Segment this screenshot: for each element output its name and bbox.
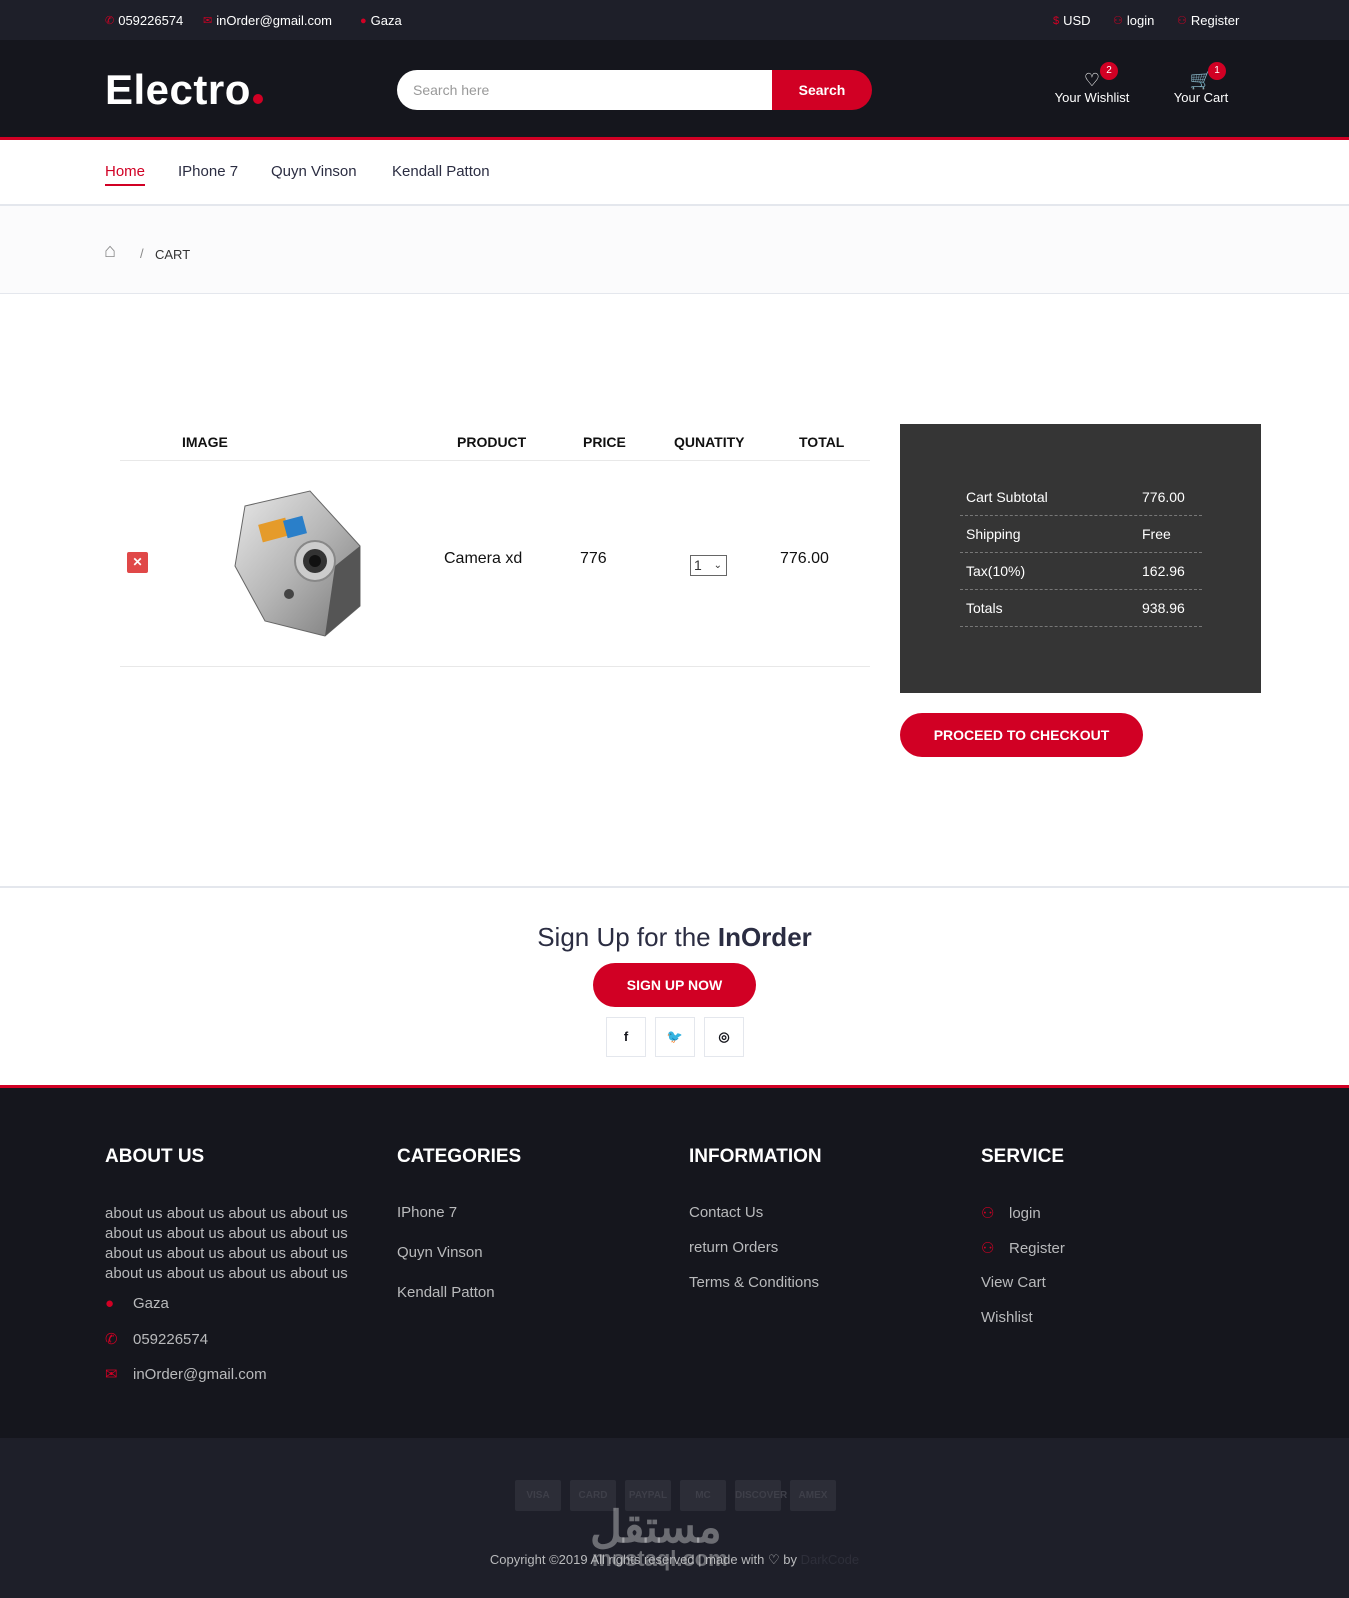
chevron-down-icon: ⌄ bbox=[713, 560, 722, 571]
footer-link[interactable]: Terms & Conditions bbox=[689, 1274, 819, 1291]
footer: ABOUT US about us about us about us abou… bbox=[0, 1088, 1349, 1438]
summary-row: Totals 938.96 bbox=[960, 590, 1202, 627]
cart-link[interactable]: 🛒 1 Your Cart bbox=[1170, 62, 1232, 105]
discover-card-icon: DISCOVER bbox=[735, 1480, 787, 1511]
footer-link[interactable]: return Orders bbox=[689, 1239, 778, 1256]
footer-link[interactable]: Kendall Patton bbox=[397, 1284, 495, 1301]
summary-row: Cart Subtotal 776.00 bbox=[960, 479, 1202, 516]
topbar-email[interactable]: ✉ inOrder@gmail.com bbox=[203, 13, 332, 28]
footer-service: SERVICE ⚇ login ⚇ Register View Cart Wishl… bbox=[981, 1146, 1181, 1346]
envelope-icon: ✉ bbox=[203, 15, 213, 27]
wishlist-badge: 2 bbox=[1100, 62, 1118, 80]
topbar-register[interactable]: ⚇ Register bbox=[1177, 13, 1239, 28]
table-row: ✕ Camera xd 776 1 ⌄ 776.00 bbox=[120, 461, 870, 667]
search-button[interactable]: Search bbox=[772, 70, 872, 110]
footer-bottom: VISA CARD PAYPAL MC DISCOVER AMEX مستقل … bbox=[0, 1438, 1349, 1598]
footer-about-text: about us about us about us about us abou… bbox=[105, 1205, 348, 1282]
nav-item-home[interactable]: Home bbox=[105, 163, 146, 186]
topbar-currency[interactable]: $ USD bbox=[1053, 13, 1091, 28]
header-price: PRICE bbox=[583, 434, 626, 450]
footer-email[interactable]: ✉ inOrder@gmail.com bbox=[105, 1365, 267, 1383]
cart-summary: Cart Subtotal 776.00 Shipping Free Tax(1… bbox=[900, 424, 1261, 693]
breadcrumb: ⌂ / CART bbox=[0, 206, 1349, 294]
user-icon: ⚇ bbox=[981, 1205, 995, 1222]
footer-link-view-cart[interactable]: View Cart bbox=[981, 1274, 1046, 1291]
home-icon[interactable]: ⌂ bbox=[104, 240, 116, 263]
product-price: 776 bbox=[580, 550, 607, 567]
user-icon: ⚇ bbox=[1113, 15, 1123, 27]
topbar-phone[interactable]: ✆ 059226574 bbox=[105, 13, 183, 28]
header-product: PRODUCT bbox=[457, 434, 527, 450]
breadcrumb-separator: / bbox=[140, 246, 144, 261]
product-name[interactable]: Camera xd bbox=[444, 550, 522, 568]
product-total: 776.00 bbox=[780, 550, 829, 567]
nav-item-kendall-patton[interactable]: Kendall Patton bbox=[392, 163, 490, 184]
footer-link-register[interactable]: ⚇ Register bbox=[981, 1239, 1065, 1257]
cart-table-header: IMAGE PRODUCT PRICE QUNATITY TOTAL bbox=[120, 424, 870, 461]
newsletter-section: Sign Up for the InOrder SIGN UP NOW f 🐦 … bbox=[0, 886, 1349, 1088]
instagram-icon[interactable]: ◎ bbox=[704, 1017, 744, 1057]
phone-icon: ✆ bbox=[105, 1331, 118, 1348]
footer-link[interactable]: Quyn Vinson bbox=[397, 1244, 483, 1261]
footer-service-title: SERVICE bbox=[981, 1146, 1065, 1167]
twitter-icon[interactable]: 🐦 bbox=[655, 1017, 695, 1057]
phone-icon: ✆ bbox=[105, 15, 115, 27]
footer-location[interactable]: ● Gaza bbox=[105, 1295, 169, 1312]
proceed-to-checkout-button[interactable]: PROCEED TO CHECKOUT bbox=[900, 713, 1143, 757]
dollar-icon: $ bbox=[1053, 14, 1060, 27]
wishlist-link[interactable]: ♡ 2 Your Wishlist bbox=[1052, 62, 1132, 105]
envelope-icon: ✉ bbox=[105, 1366, 118, 1383]
quantity-select[interactable]: 1 ⌄ bbox=[690, 555, 727, 576]
header-image: IMAGE bbox=[182, 434, 228, 450]
logo[interactable]: Electro bbox=[105, 66, 263, 114]
nav-item-iphone-7[interactable]: IPhone 7 bbox=[178, 163, 238, 184]
remove-item-button[interactable]: ✕ bbox=[127, 552, 148, 573]
footer-information-title: INFORMATION bbox=[689, 1146, 822, 1167]
search-input[interactable] bbox=[397, 70, 782, 110]
cart-badge: 1 bbox=[1208, 62, 1226, 80]
user-icon: ⚇ bbox=[981, 1240, 995, 1257]
footer-link-wishlist[interactable]: Wishlist bbox=[981, 1309, 1033, 1326]
footer-phone[interactable]: ✆ 059226574 bbox=[105, 1330, 208, 1348]
main-nav: Home IPhone 7 Quyn Vinson Kendall Patton bbox=[0, 143, 1349, 206]
footer-link-login[interactable]: ⚇ login bbox=[981, 1204, 1041, 1222]
header-total: TOTAL bbox=[799, 434, 845, 450]
heart-icon: ♡ bbox=[1083, 70, 1101, 90]
site-header: Electro Search ♡ 2 Your Wishlist 🛒 1 You… bbox=[0, 40, 1349, 140]
facebook-icon[interactable]: f bbox=[606, 1017, 646, 1057]
newsletter-title: Sign Up for the InOrder bbox=[537, 922, 812, 952]
map-marker-icon: ● bbox=[360, 14, 367, 27]
summary-row: Tax(10%) 162.96 bbox=[960, 553, 1202, 590]
times-icon: ✕ bbox=[132, 555, 143, 569]
user-icon: ⚇ bbox=[1177, 15, 1187, 27]
topbar-location[interactable]: ● Gaza bbox=[360, 13, 402, 28]
search-form: Search bbox=[397, 70, 872, 110]
topbar-login[interactable]: ⚇ login bbox=[1113, 13, 1154, 28]
nav-item-quyn-vinson[interactable]: Quyn Vinson bbox=[271, 163, 357, 184]
footer-link[interactable]: Contact Us bbox=[689, 1204, 763, 1221]
footer-about: ABOUT US about us about us about us abou… bbox=[105, 1146, 375, 1406]
footer-information: INFORMATION Contact Us return Orders Ter… bbox=[689, 1146, 889, 1346]
visa-card-icon: VISA bbox=[515, 1480, 561, 1511]
product-image[interactable] bbox=[225, 486, 370, 641]
footer-categories-title: CATEGORIES bbox=[397, 1146, 522, 1167]
amex-card-icon: AMEX bbox=[790, 1480, 836, 1511]
sign-up-button[interactable]: SIGN UP NOW bbox=[593, 963, 756, 1007]
footer-link[interactable]: IPhone 7 bbox=[397, 1204, 457, 1221]
copyright: Copyright ©2019 All rights reserved | ma… bbox=[489, 1552, 860, 1567]
footer-categories: CATEGORIES IPhone 7 Quyn Vinson Kendall … bbox=[397, 1146, 597, 1346]
header-quantity: QUNATITY bbox=[674, 434, 745, 450]
logo-dot bbox=[252, 94, 263, 104]
map-marker-icon: ● bbox=[105, 1295, 115, 1312]
summary-row: Shipping Free bbox=[960, 516, 1202, 553]
footer-about-title: ABOUT US bbox=[105, 1146, 205, 1167]
top-bar: ✆ 059226574 ✉ inOrder@gmail.com ● Gaza $… bbox=[0, 0, 1349, 40]
author-link[interactable]: DarkCode bbox=[801, 1552, 860, 1567]
breadcrumb-current: CART bbox=[155, 247, 191, 262]
